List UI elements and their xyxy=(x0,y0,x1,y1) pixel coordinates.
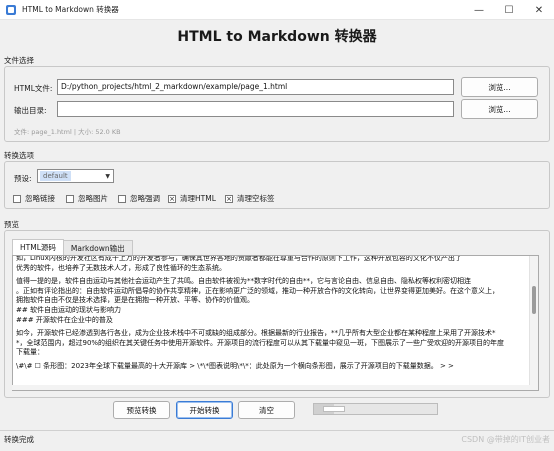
preview-line: 如，Linux内核的开发社区有成千上万的开发者参与，确保其世界各地的贡献者都能在… xyxy=(16,255,462,262)
window-title: HTML to Markdown 转换器 xyxy=(22,5,119,14)
maximize-button[interactable]: ☐ xyxy=(494,0,524,20)
checkbox-ignore-images[interactable]: 忽略图片 xyxy=(66,193,108,204)
page-title: HTML to Markdown 转换器 xyxy=(177,29,377,45)
html-file-label: HTML文件: xyxy=(14,84,53,93)
clear-button[interactable]: 清空 xyxy=(238,401,295,419)
checkbox-clean-html[interactable]: × 清理HTML xyxy=(168,193,216,204)
checkbox-label: 清理空标签 xyxy=(237,194,275,203)
browse-output-button[interactable]: 浏览... xyxy=(461,99,538,119)
checkbox-box: × xyxy=(168,194,176,203)
preview-line: ## 软件自由运动的现状与影响力 xyxy=(16,305,121,314)
preview-line: 。正如有评论指出的：自由软件运动所倡导的协作共享精神，正在影响更广泛的领域，推动… xyxy=(16,286,499,295)
start-convert-button[interactable]: 开始转换 xyxy=(176,401,233,419)
checkbox-clean-empty-tags[interactable]: × 清理空标签 xyxy=(225,193,275,204)
preview-line: ### 开源软件在企业中的普及 xyxy=(16,315,113,324)
preset-select[interactable]: default ▼ xyxy=(37,169,114,183)
options-section-label: 转换选项 xyxy=(4,151,34,160)
checkbox-box xyxy=(118,194,126,203)
scrollbar-thumb[interactable] xyxy=(532,286,536,314)
output-dir-label: 输出目录: xyxy=(14,106,47,115)
preview-convert-button[interactable]: 预览转换 xyxy=(113,401,170,419)
close-button[interactable]: ✕ xyxy=(524,0,554,20)
browse-html-button[interactable]: 浏览... xyxy=(461,77,538,97)
tab-html-source[interactable]: HTML源码 xyxy=(12,239,64,255)
preset-label: 预设: xyxy=(14,174,32,183)
preview-line: 如今，开源软件已经渗透到各行各业，成为企业技术栈中不可或缺的组成部分。根据最新的… xyxy=(16,329,496,338)
window-controls: — ☐ ✕ xyxy=(464,0,554,20)
preview-tabs: HTML源码 Markdown输出 xyxy=(12,239,133,256)
output-dir-input[interactable] xyxy=(57,101,454,117)
chevron-down-icon: ▼ xyxy=(105,173,110,180)
checkbox-label: 忽略图片 xyxy=(78,194,108,203)
preview-line: 拥抱软件自由不仅是技术选择，更是在拥抱一种开放、平等、协作的价值观。 xyxy=(16,296,254,305)
checkbox-label: 忽略强调 xyxy=(130,194,160,203)
window-titlebar: HTML to Markdown 转换器 — ☐ ✕ xyxy=(0,0,554,20)
tab-markdown-output[interactable]: Markdown输出 xyxy=(62,240,133,255)
preview-text-area[interactable]: 如，Linux内核的开发社区有成千上万的开发者参与，确保其世界各地的贡献者都能在… xyxy=(12,255,539,391)
checkbox-box: × xyxy=(225,194,233,203)
html-file-input[interactable]: D:/python_projects/html_2_markdown/examp… xyxy=(57,79,454,95)
horizontal-scrollbar[interactable] xyxy=(12,385,530,390)
checkbox-box xyxy=(66,194,74,203)
checkbox-box xyxy=(13,194,21,203)
preset-selected-value: default xyxy=(40,171,71,181)
minimize-button[interactable]: — xyxy=(464,0,494,20)
progress-indicator xyxy=(322,406,345,412)
preview-line: *，全球范围内，超过90%的组织在其关键任务中使用开源软件。开源项目的流行程度可… xyxy=(16,338,505,347)
watermark-text: CSDN @带掉的IT创业者 xyxy=(461,435,550,444)
preview-line: 优秀的软件，也培养了无数技术人才，形成了良性循环的生态系统。 xyxy=(16,263,226,272)
app-icon xyxy=(6,4,16,15)
file-section-label: 文件选择 xyxy=(4,56,34,65)
file-info-text: 文件: page_1.html | 大小: 52.0 KB xyxy=(14,128,121,136)
preview-line: 下载量： xyxy=(16,348,44,357)
checkbox-label: 清理HTML xyxy=(180,194,216,203)
checkbox-ignore-links[interactable]: 忽略链接 xyxy=(13,193,55,204)
preview-section-label: 预览 xyxy=(4,220,19,229)
checkbox-ignore-emphasis[interactable]: 忽略强调 xyxy=(118,193,160,204)
preview-line: 值得一提的是，软件自由运动与其他社会运动产生了共鸣。自由软件被视为**数字时代的… xyxy=(16,277,471,286)
vertical-scrollbar[interactable] xyxy=(529,256,538,390)
checkbox-label: 忽略链接 xyxy=(25,194,55,203)
preview-content: 如，Linux内核的开发社区有成千上万的开发者参与，确保其世界各地的贡献者都能在… xyxy=(16,255,528,372)
preview-line: \#\# ☐ 条形图：2023年全球下载量最高的十大开源库 > \*\*图表说明… xyxy=(16,361,454,370)
progress-bar xyxy=(313,403,438,415)
status-text: 转换完成 xyxy=(4,435,34,444)
